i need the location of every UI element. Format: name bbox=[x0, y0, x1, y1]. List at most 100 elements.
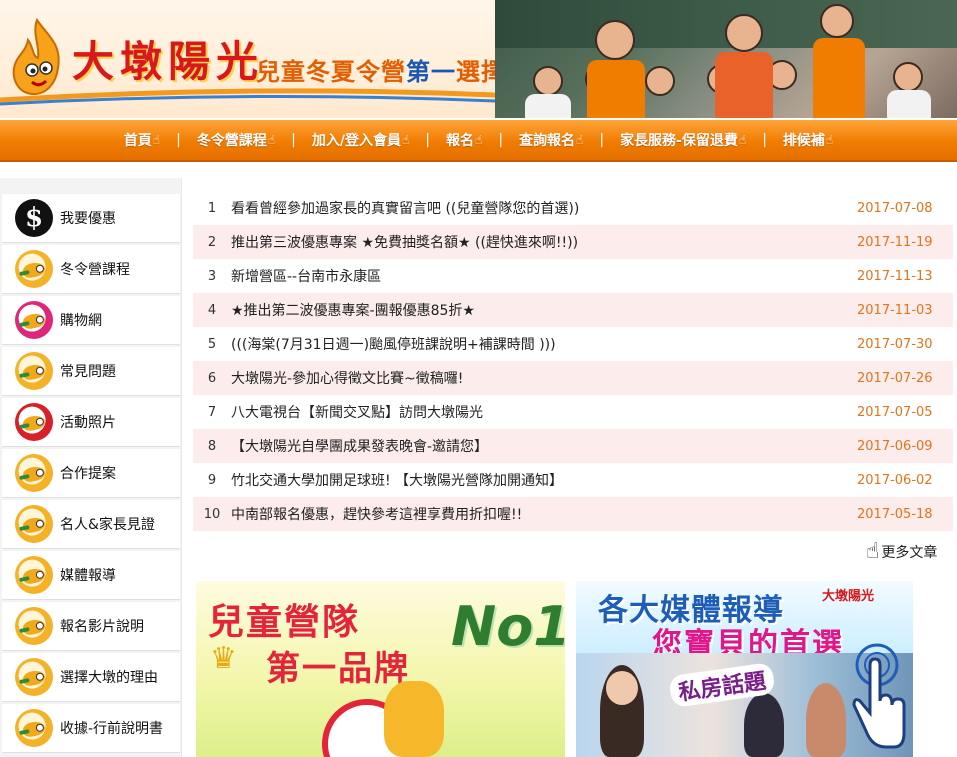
nav-separator: | bbox=[291, 132, 296, 148]
news-title-link[interactable]: 大墩陽光-參加心得徵文比賽~徵稿囉! bbox=[231, 368, 857, 388]
nav-item-home[interactable]: 首頁 ☝ bbox=[120, 130, 164, 150]
sidebar-item-testimonials[interactable]: 名人&家長見證 bbox=[2, 500, 180, 549]
mascot-icon bbox=[15, 403, 53, 441]
brand-subtitle-pre: 兒童冬夏令營 bbox=[256, 58, 406, 86]
sidebar-item-faq[interactable]: 常見問題 bbox=[2, 347, 180, 396]
news-number: 4 bbox=[207, 302, 217, 318]
news-date: 2017-07-05 bbox=[857, 404, 933, 420]
pointer-hand-icon: ☝ bbox=[825, 133, 834, 147]
sidebar-item-partnership[interactable]: 合作提案 bbox=[2, 449, 180, 498]
nav-label: 加入/登入會員 bbox=[311, 133, 401, 149]
sidebar-item-winter-camp[interactable]: 冬令營課程 bbox=[2, 245, 180, 294]
news-date: 2017-11-19 bbox=[857, 234, 933, 250]
photo-shirt bbox=[887, 90, 931, 118]
news-title-link[interactable]: 竹北交通大學加開足球班! 【大墩陽光營隊加開通知】 bbox=[231, 470, 857, 490]
news-row[interactable]: 10 中南部報名優惠，趕快參考這裡享費用折扣喔!! 2017-05-18 bbox=[193, 497, 953, 531]
news-number: 5 bbox=[207, 336, 217, 352]
photo-shirt bbox=[813, 38, 865, 118]
more-articles-label: 更多文章 bbox=[881, 544, 938, 561]
sidebar-item-label: 冬令營課程 bbox=[60, 262, 130, 278]
brand-subtitle: 兒童冬夏令營第一選擇 bbox=[256, 52, 506, 87]
sidebar-item-label: 我要優惠 bbox=[60, 211, 116, 227]
sidebar-item-photos[interactable]: 活動照片 bbox=[2, 398, 180, 447]
crown-icon: ♛ bbox=[210, 641, 237, 676]
nav-item-check-registration[interactable]: 查詢報名 ☝ bbox=[515, 130, 587, 150]
mascot-icon bbox=[15, 709, 53, 747]
pointer-hand-icon: ☝ bbox=[576, 133, 584, 147]
news-title-link[interactable]: 新增營區--台南市永康區 bbox=[231, 266, 857, 286]
news-row[interactable]: 3 新增營區--台南市永康區 2017-11-13 bbox=[193, 259, 953, 293]
photo-kid bbox=[533, 66, 563, 96]
news-date: 2017-05-18 bbox=[857, 506, 933, 522]
presenter-face bbox=[606, 671, 638, 705]
photo-kid bbox=[595, 20, 635, 60]
pointer-hand-icon: ☝ bbox=[401, 133, 410, 147]
promo-brand: 大墩陽光 bbox=[822, 589, 875, 604]
more-articles-link[interactable]: ☝ 更多文章 bbox=[866, 539, 937, 564]
nav-item-register[interactable]: 報名 ☝ bbox=[442, 130, 486, 150]
news-title-link[interactable]: 八大電視台【新聞交叉點】訪問大墩陽光 bbox=[231, 402, 857, 422]
mascot-icon bbox=[15, 556, 53, 594]
banner-swoosh bbox=[0, 88, 520, 106]
news-title-link[interactable]: 中南部報名優惠，趕快參考這裡享費用折扣喔!! bbox=[231, 504, 857, 524]
news-title-link[interactable]: (((海棠(7月31日週一)颱風停班課說明+補課時間 ))) bbox=[231, 334, 857, 354]
mascot-icon bbox=[384, 681, 444, 757]
mascot-icon bbox=[15, 352, 53, 390]
news-title-link[interactable]: 看看曾經參加過家長的真實留言吧 ((兒童營隊您的首選)) bbox=[231, 198, 857, 218]
sidebar-item-label: 選擇大墩的理由 bbox=[60, 670, 158, 686]
pointer-hand-icon: ☝ bbox=[738, 133, 747, 147]
news-title-link[interactable]: ★推出第二波優惠專案-團報優惠85折★ bbox=[231, 300, 857, 320]
promo-no1-badge: No1 bbox=[451, 595, 565, 658]
nav-item-member-login[interactable]: 加入/登入會員 ☝ bbox=[308, 130, 413, 150]
news-number: 6 bbox=[207, 370, 217, 386]
news-row[interactable]: 7 八大電視台【新聞交叉點】訪問大墩陽光 2017-07-05 bbox=[193, 395, 953, 429]
news-row[interactable]: 4 ★推出第二波優惠專案-團報優惠85折★ 2017-11-03 bbox=[193, 293, 953, 327]
news-number: 1 bbox=[207, 200, 217, 216]
news-list: 1 看看曾經參加過家長的真實留言吧 ((兒童營隊您的首選)) 2017-07-08 … bbox=[193, 191, 953, 531]
nav-label: 冬令營課程 bbox=[196, 133, 267, 149]
news-row[interactable]: 1 看看曾經參加過家長的真實留言吧 ((兒童營隊您的首選)) 2017-07-08 bbox=[193, 191, 953, 225]
news-row[interactable]: 5 (((海棠(7月31日週一)颱風停班課說明+補課時間 ))) 2017-07-3… bbox=[193, 327, 953, 361]
news-number: 9 bbox=[207, 472, 217, 488]
sidebar: $ 我要優惠 冬令營課程 購物網 常見問題 活動照片 合作提案 名人&家長見證 … bbox=[0, 178, 182, 757]
sidebar-item-media[interactable]: 媒體報導 bbox=[2, 551, 180, 600]
news-number: 7 bbox=[207, 404, 217, 420]
news-row[interactable]: 8 【大墩陽光自學團成果發表晚會-邀請您】 2017-06-09 bbox=[193, 429, 953, 463]
news-number: 3 bbox=[207, 268, 217, 284]
main-nav: 首頁 ☝ | 冬令營課程 ☝ | 加入/登入會員 ☝ | 報名 ☝ | 查詢報名 ☝ | … bbox=[0, 120, 957, 162]
pointer-hand-icon: ☝ bbox=[152, 133, 161, 147]
news-row[interactable]: 2 推出第三波優惠專案 ★免費抽獎名額★ ((趕快進來啊!!)) 2017-11-1… bbox=[193, 225, 953, 259]
promo-banner-brand[interactable]: 兒童營隊 ♛ 第一品牌 No1 bbox=[196, 581, 565, 757]
nav-item-parent-service[interactable]: 家長服務-保留退費 ☝ bbox=[616, 130, 750, 150]
sidebar-item-label: 報名影片說明 bbox=[60, 619, 144, 635]
sidebar-item-reasons[interactable]: 選擇大墩的理由 bbox=[2, 653, 180, 702]
nav-separator: | bbox=[498, 132, 504, 148]
sidebar-item-shop[interactable]: 購物網 bbox=[2, 296, 180, 345]
news-date: 2017-06-09 bbox=[857, 438, 933, 454]
news-title-link[interactable]: 【大墩陽光自學團成果發表晚會-邀請您】 bbox=[231, 436, 857, 456]
mascot-icon bbox=[15, 454, 53, 492]
sidebar-item-video[interactable]: 報名影片說明 bbox=[2, 602, 180, 651]
nav-label: 家長服務-保留退費 bbox=[620, 133, 738, 149]
news-date: 2017-07-30 bbox=[857, 336, 933, 352]
promo-banner-media[interactable]: 各大媒體報導 大墩陽光 您寶貝的首選 私房話題 bbox=[576, 581, 913, 757]
news-row[interactable]: 6 大墩陽光-參加心得徵文比賽~徵稿囉! 2017-07-26 bbox=[193, 361, 953, 395]
news-number: 10 bbox=[203, 506, 221, 522]
sidebar-item-label: 常見問題 bbox=[60, 364, 116, 380]
nav-item-waitlist[interactable]: 排候補 ☝ bbox=[779, 130, 837, 150]
photo-shirt bbox=[715, 52, 773, 118]
promo-line1: 兒童營隊 bbox=[208, 602, 361, 643]
sidebar-item-discounts[interactable]: $ 我要優惠 bbox=[2, 194, 180, 243]
news-title-link[interactable]: 推出第三波優惠專案 ★免費抽獎名額★ ((趕快進來啊!!)) bbox=[231, 232, 857, 252]
news-date: 2017-11-13 bbox=[857, 268, 933, 284]
nav-label: 查詢報名 bbox=[519, 133, 576, 149]
photo-shirt bbox=[587, 60, 645, 118]
photo-kid bbox=[893, 62, 923, 92]
news-number: 2 bbox=[207, 234, 217, 250]
news-row[interactable]: 9 竹北交通大學加開足球班! 【大墩陽光營隊加開通知】 2017-06-02 bbox=[193, 463, 953, 497]
sidebar-item-receipt[interactable]: 收據-行前說明書 bbox=[2, 704, 180, 753]
nav-label: 首頁 bbox=[123, 133, 152, 149]
nav-item-winter-camp[interactable]: 冬令營課程 ☝ bbox=[193, 130, 279, 150]
pointer-hand-icon: ☝ bbox=[866, 539, 880, 564]
header-banner: 大墩陽光 兒童冬夏令營第一選擇 bbox=[0, 0, 957, 118]
